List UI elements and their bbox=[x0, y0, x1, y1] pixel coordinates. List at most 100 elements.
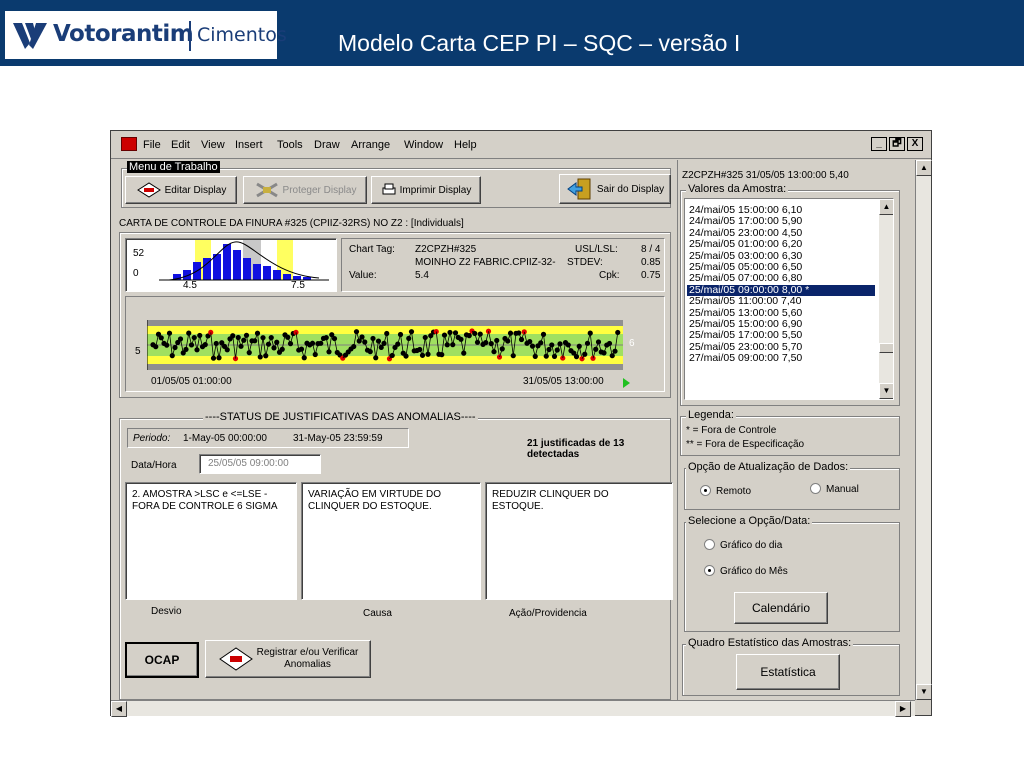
desvio-textbox[interactable]: 2. AMOSTRA >LSC e <=LSE - FORA DE CONTRO… bbox=[125, 482, 297, 600]
sample-row[interactable]: 25/mai/05 23:00:00 5,70 bbox=[689, 341, 802, 353]
period-label: Periodo: bbox=[133, 433, 171, 444]
menu-help[interactable]: Help bbox=[454, 139, 477, 151]
menu-tools[interactable]: Tools bbox=[277, 139, 303, 151]
register-anomalies-button[interactable]: Registrar e/ou Verificar Anomalias bbox=[205, 640, 371, 678]
exit-display-label: Sair do Display bbox=[596, 183, 665, 195]
control-chart-point bbox=[532, 353, 538, 359]
menu-view[interactable]: View bbox=[201, 139, 225, 151]
control-chart-point bbox=[197, 332, 203, 339]
sample-row[interactable]: 25/mai/05 13:00:00 5,60 bbox=[689, 307, 802, 319]
control-chart-point bbox=[381, 340, 387, 346]
protect-display-button[interactable]: Proteger Display bbox=[243, 176, 367, 204]
edit-display-label: Editar Display bbox=[164, 184, 227, 196]
manual-radio[interactable] bbox=[810, 483, 821, 494]
causa-textbox[interactable]: VARIAÇÃO EM VIRTUDE DO CLINQUER DO ESTOQ… bbox=[301, 482, 481, 600]
play-arrow-icon[interactable] bbox=[623, 378, 631, 388]
control-chart-point bbox=[169, 353, 175, 359]
sample-row[interactable]: 25/mai/05 07:00:00 6,80 bbox=[689, 273, 802, 284]
acao-label: Ação/Providencia bbox=[509, 608, 587, 619]
menu-draw[interactable]: Draw bbox=[314, 139, 340, 151]
menu-arrange[interactable]: Arrange bbox=[351, 139, 390, 151]
stdev-label: STDEV: bbox=[567, 257, 603, 268]
control-chart-point bbox=[505, 338, 511, 344]
sample-row[interactable]: 27/mai/05 09:00:00 7,50 bbox=[689, 353, 802, 364]
chart-header: CARTA DE CONTROLE DA FINURA #325 (CPIIZ-… bbox=[119, 218, 464, 229]
restore-button[interactable]: 🗗 bbox=[889, 137, 905, 151]
menu-bar: File Edit View Insert Tools Draw Arrange… bbox=[111, 131, 931, 159]
control-chart-point bbox=[309, 340, 316, 346]
window-vertical-scrollbar[interactable]: ▲ ▼ bbox=[915, 160, 932, 700]
sample-row[interactable]: 24/mai/05 15:00:00 6,10 bbox=[689, 205, 802, 216]
control-chart-right-label: 6 bbox=[629, 338, 635, 349]
scroll-up-icon[interactable]: ▲ bbox=[916, 160, 932, 176]
select-option-label: Selecione a Opção/Data: bbox=[686, 515, 813, 527]
menu-file[interactable]: File bbox=[143, 139, 161, 151]
menu-edit[interactable]: Edit bbox=[171, 139, 190, 151]
month-chart-radio[interactable] bbox=[704, 565, 715, 576]
stats-label: Quadro Estatístico das Amostras: bbox=[686, 637, 854, 649]
sample-row[interactable]: 24/mai/05 17:00:00 5,90 bbox=[689, 216, 802, 227]
close-button[interactable]: X bbox=[907, 137, 923, 151]
left-pane: Menu de Trabalho Editar Display Proteger… bbox=[113, 160, 677, 700]
sample-row[interactable]: 25/mai/05 09:00:00 8,00 * bbox=[687, 284, 875, 296]
ocap-button[interactable]: OCAP bbox=[125, 642, 199, 678]
print-display-button[interactable]: Imprimir Display bbox=[371, 176, 481, 204]
sample-row[interactable]: 25/mai/05 05:00:00 6,50 bbox=[689, 262, 802, 273]
control-chart-point bbox=[318, 340, 324, 346]
manual-label: Manual bbox=[826, 484, 859, 495]
control-chart-point bbox=[554, 347, 560, 353]
remote-radio[interactable] bbox=[700, 485, 711, 496]
work-menu-title: Menu de Trabalho bbox=[127, 161, 220, 173]
app-icon[interactable] bbox=[121, 137, 137, 151]
stats-button[interactable]: Estatística bbox=[736, 654, 840, 690]
sample-row[interactable]: 25/mai/05 11:00:00 7,40 bbox=[689, 296, 801, 307]
list-scroll-up-icon[interactable]: ▲ bbox=[879, 199, 893, 215]
control-chart-point bbox=[417, 346, 423, 353]
control-chart-point bbox=[263, 353, 269, 359]
control-chart-point bbox=[609, 353, 615, 359]
logo-separator bbox=[189, 21, 191, 51]
edit-display-button[interactable]: Editar Display bbox=[125, 176, 237, 204]
sample-row[interactable]: 25/mai/05 03:00:00 6,30 bbox=[689, 250, 802, 262]
desvio-label: Desvio bbox=[151, 606, 182, 617]
list-scroll-thumb[interactable] bbox=[879, 343, 893, 353]
usl-lsl-value: 8 / 4 bbox=[641, 244, 661, 255]
scroll-right-icon[interactable]: ▶ bbox=[895, 701, 911, 717]
control-chart-point bbox=[362, 339, 368, 345]
acao-textbox[interactable]: REDUZIR CLINQUER DO ESTOQUE. bbox=[485, 482, 673, 600]
control-chart-point bbox=[395, 341, 401, 347]
causa-label: Causa bbox=[363, 608, 392, 619]
control-chart-point bbox=[551, 353, 558, 359]
legend-item-2: ** = Fora de Especificação bbox=[686, 439, 805, 450]
datetime-field[interactable]: 25/05/05 09:00:00 bbox=[199, 454, 321, 474]
day-chart-label: Gráfico do dia bbox=[720, 540, 783, 551]
control-chart-point bbox=[573, 354, 580, 360]
control-chart-point bbox=[172, 344, 178, 351]
samples-list[interactable]: 24/mai/05 15:00:00 6,10 24/mai/05 17:00:0… bbox=[684, 198, 894, 400]
menu-insert[interactable]: Insert bbox=[235, 139, 263, 151]
control-chart-point bbox=[584, 340, 591, 346]
menu-window[interactable]: Window bbox=[404, 139, 443, 151]
logo-sub-text: Cimentos bbox=[197, 24, 287, 46]
exit-door-icon bbox=[567, 178, 591, 200]
window-horizontal-scrollbar[interactable]: ◀ ▶ bbox=[111, 700, 915, 717]
status-title: ----STATUS DE JUSTIFICATIVAS DAS ANOMALI… bbox=[203, 411, 478, 423]
register-label-line1: Registrar e/ou Verificar bbox=[256, 647, 359, 658]
sample-row[interactable]: 25/mai/05 01:00:00 6,20 bbox=[689, 239, 802, 250]
control-chart-point bbox=[543, 353, 549, 359]
sample-row[interactable]: 25/mai/05 17:00:00 5,50 bbox=[689, 330, 802, 341]
scroll-down-icon[interactable]: ▼ bbox=[916, 684, 932, 700]
histogram-ymax: 52 bbox=[133, 248, 145, 259]
calendar-button[interactable]: Calendário bbox=[734, 592, 828, 624]
samples-list-scrollbar[interactable]: ▲ ▼ bbox=[879, 199, 893, 399]
minimize-button[interactable]: _ bbox=[871, 137, 887, 151]
list-scroll-down-icon[interactable]: ▼ bbox=[879, 383, 893, 399]
sample-row[interactable]: 25/mai/05 15:00:00 6,90 bbox=[689, 319, 802, 330]
sample-row[interactable]: 24/mai/05 23:00:00 4,50 bbox=[689, 227, 802, 239]
scroll-left-icon[interactable]: ◀ bbox=[111, 701, 127, 717]
exit-display-button[interactable]: Sair do Display bbox=[559, 174, 671, 204]
histogram-chart bbox=[159, 240, 329, 281]
day-chart-radio[interactable] bbox=[704, 539, 715, 550]
register-anomalies-label: Registrar e/ou Verificar Anomalias bbox=[257, 647, 359, 671]
usl-lsl-label: USL/LSL: bbox=[575, 244, 618, 255]
